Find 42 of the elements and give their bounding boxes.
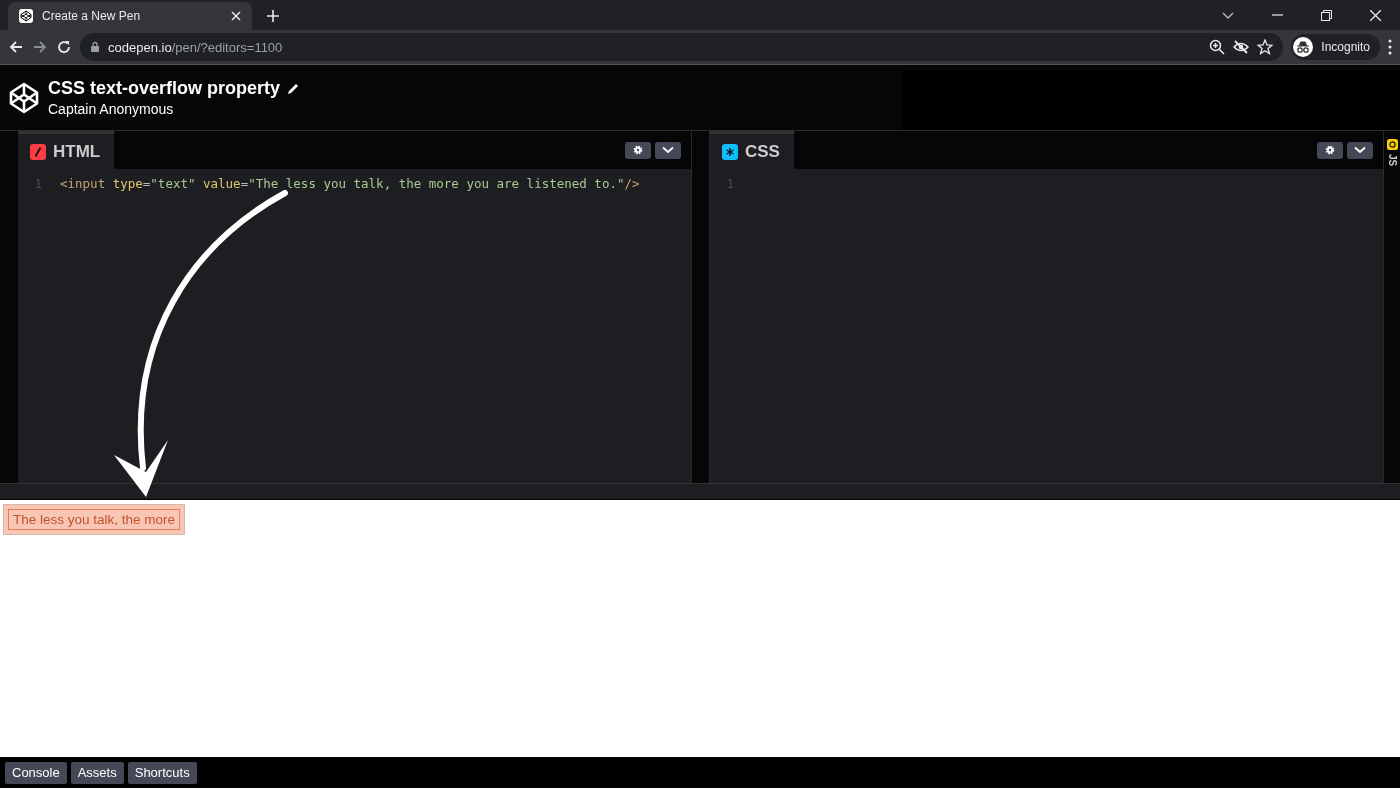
close-icon[interactable] (1370, 9, 1381, 21)
author-name[interactable]: Captain Anonymous (48, 101, 301, 117)
chevron-down-icon (1354, 146, 1366, 154)
code-line: <input type="text" value="The less you talk, the more you are listened to."/> (60, 177, 640, 190)
forward-arrow-icon[interactable] (32, 39, 48, 55)
editor-tab[interactable]: HTML (18, 131, 115, 169)
more-menu-icon[interactable] (1388, 39, 1392, 55)
browser-tab[interactable]: Create a New Pen (8, 2, 252, 30)
css-icon (722, 143, 738, 160)
codepen-favicon-icon (18, 8, 34, 24)
address-bar[interactable]: codepen.io/pen/?editors=1100 (80, 33, 1284, 61)
lock-icon (90, 41, 100, 53)
url-text: codepen.io/pen/?editors=1100 (108, 39, 283, 55)
reload-icon[interactable] (56, 39, 72, 55)
star-icon[interactable] (1257, 39, 1274, 55)
chevron-down-icon[interactable] (1222, 10, 1234, 20)
footer-button[interactable]: Assets (70, 761, 124, 784)
footer-button[interactable]: Shortcuts (127, 761, 197, 784)
profile-button[interactable]: Incognito (1291, 34, 1380, 60)
dropdown-button[interactable] (655, 141, 681, 159)
editor-resize-handle[interactable] (691, 131, 710, 483)
pencil-icon[interactable] (286, 81, 301, 96)
settings-button[interactable] (625, 141, 651, 159)
zoom-in-icon[interactable] (1209, 39, 1226, 55)
back-arrow-icon[interactable] (8, 39, 24, 55)
codepen-logo-icon[interactable] (8, 81, 40, 114)
gear-icon (1324, 144, 1336, 156)
editor-tab[interactable]: CSS (710, 131, 794, 169)
editor-tab[interactable]: JS (1386, 154, 1398, 167)
chevron-down-icon (662, 146, 674, 154)
footer-button[interactable]: Console (5, 761, 67, 784)
new-tab-icon[interactable] (266, 9, 280, 23)
pen-title[interactable]: CSS text-overflow property (48, 78, 281, 99)
restore-icon[interactable] (1321, 9, 1332, 21)
html-icon (30, 143, 46, 160)
eye-slash-icon[interactable] (1233, 39, 1250, 55)
dropdown-button[interactable] (1347, 141, 1373, 159)
close-icon[interactable] (230, 10, 242, 22)
incognito-icon (1295, 40, 1312, 54)
settings-button[interactable] (1317, 141, 1343, 159)
tab-title: Create a New Pen (42, 9, 142, 23)
gear-icon (632, 144, 644, 156)
